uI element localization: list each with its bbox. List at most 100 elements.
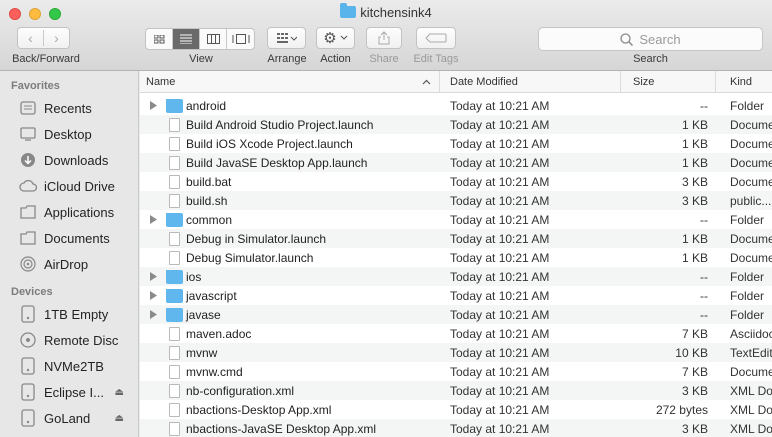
document-icon <box>169 231 180 246</box>
back-button[interactable]: ‹ <box>18 30 44 46</box>
eject-icon[interactable]: ⏏ <box>115 387 124 398</box>
edit-tags-button[interactable] <box>416 27 456 49</box>
row-spacer <box>148 329 158 339</box>
forward-button[interactable]: › <box>44 30 69 46</box>
file-row[interactable]: build.bat Today at 10:21 AM 3 KB Docume <box>140 172 772 191</box>
column-header-date[interactable]: Date Modified <box>440 71 621 92</box>
disclosure-triangle-icon[interactable] <box>148 291 158 301</box>
file-row[interactable]: maven.adoc Today at 10:21 AM 7 KB Asciidoc <box>140 324 772 343</box>
file-row[interactable]: Build Android Studio Project.launch Today… <box>140 115 772 134</box>
desktop-icon <box>18 125 38 143</box>
file-row[interactable]: nb-configuration.xml Today at 10:21 AM 3 K… <box>140 381 772 400</box>
date-cell: Today at 10:21 AM <box>450 288 550 303</box>
arrange-label: Arrange <box>267 53 307 65</box>
size-cell: 1 KB <box>681 231 708 246</box>
date-cell: Today at 10:21 AM <box>450 193 550 208</box>
sidebar-item-recents[interactable]: Recents <box>0 95 138 121</box>
folder-row[interactable]: javascript Today at 10:21 AM -- Folder <box>140 286 772 305</box>
file-name: Build JavaSE Desktop App.launch <box>186 155 368 170</box>
list-icon <box>180 34 192 44</box>
search-field[interactable]: Search <box>538 27 763 51</box>
date-cell: Today at 10:21 AM <box>450 174 550 189</box>
file-row[interactable]: Build iOS Xcode Project.launch Today at 1… <box>140 134 772 153</box>
file-name: mvnw.cmd <box>186 364 243 379</box>
sidebar-item-desktop[interactable]: Desktop <box>0 121 138 147</box>
sidebar-item-documents[interactable]: Documents <box>0 225 138 251</box>
file-row[interactable]: Debug Simulator.launch Today at 10:21 AM 1… <box>140 248 772 267</box>
file-row[interactable]: mvnw.cmd Today at 10:21 AM 7 KB Docume <box>140 362 772 381</box>
file-row[interactable]: nbactions-Desktop App.xml Today at 10:21 … <box>140 400 772 419</box>
name-cell: ios <box>140 269 440 284</box>
search-icon <box>620 32 634 46</box>
file-row[interactable]: build.sh Today at 10:21 AM 3 KB public... <box>140 191 772 210</box>
date-cell: Today at 10:21 AM <box>450 383 550 398</box>
column-header-kind[interactable]: Kind <box>716 71 772 92</box>
sidebar-item-icloud-drive[interactable]: iCloud Drive <box>0 173 138 199</box>
folder-icon <box>166 212 183 227</box>
file-row[interactable]: Build JavaSE Desktop App.launch Today at … <box>140 153 772 172</box>
folder-row[interactable]: common Today at 10:21 AM -- Folder <box>140 210 772 229</box>
kind-cell: Docume <box>730 174 772 189</box>
folder-row[interactable]: ios Today at 10:21 AM -- Folder <box>140 267 772 286</box>
disclosure-triangle-icon[interactable] <box>148 101 158 111</box>
column-header-name[interactable]: Name <box>140 71 440 92</box>
disclosure-triangle-icon[interactable] <box>148 310 158 320</box>
sidebar-device-goland[interactable]: GoLand ⏏ <box>0 405 138 431</box>
file-name: maven.adoc <box>186 326 252 341</box>
share-label: Share <box>369 53 399 65</box>
row-spacer <box>148 120 158 130</box>
sidebar-device-remote-disc[interactable]: Remote Disc <box>0 327 138 353</box>
date-cell: Today at 10:21 AM <box>450 155 550 170</box>
kind-cell: public... <box>730 193 772 208</box>
size-cell: 1 KB <box>681 136 708 151</box>
list-view-button[interactable] <box>173 29 200 49</box>
action-button[interactable]: ⚙ <box>316 27 355 49</box>
sidebar-device-nvme2tb[interactable]: NVMe2TB <box>0 353 138 379</box>
date-cell: Today at 10:21 AM <box>450 212 550 227</box>
folder-row[interactable]: android Today at 10:21 AM -- Folder <box>140 96 772 115</box>
date-cell: Today at 10:21 AM <box>450 250 550 265</box>
name-cell: Debug Simulator.launch <box>140 250 440 265</box>
file-row[interactable]: mvnw Today at 10:21 AM 10 KB TextEdit <box>140 343 772 362</box>
column-view-button[interactable] <box>200 29 227 49</box>
document-icon <box>169 155 180 170</box>
file-row[interactable]: Debug in Simulator.launch Today at 10:21 … <box>140 229 772 248</box>
back-forward-label: Back/Forward <box>12 53 80 65</box>
sidebar-item-applications[interactable]: Applications <box>0 199 138 225</box>
file-name: android <box>186 98 227 113</box>
folder-icon <box>166 269 183 284</box>
size-cell: 7 KB <box>681 326 708 341</box>
favorites-heading: Favorites <box>11 80 60 92</box>
icon-view-button[interactable] <box>146 29 173 49</box>
row-spacer <box>148 158 158 168</box>
kind-cell: Docume <box>730 117 772 132</box>
disclosure-triangle-icon[interactable] <box>148 272 158 282</box>
share-button[interactable] <box>366 27 402 49</box>
document-icon <box>169 345 180 360</box>
disclosure-triangle-icon[interactable] <box>148 215 158 225</box>
size-cell: -- <box>700 307 708 322</box>
gear-icon: ⚙ <box>323 30 337 47</box>
sidebar-device-1tb-empty[interactable]: 1TB Empty <box>0 301 138 327</box>
size-cell: -- <box>700 98 708 113</box>
row-spacer <box>148 234 158 244</box>
file-name: javascript <box>186 288 237 303</box>
column-header-size[interactable]: Size <box>621 71 716 92</box>
name-cell: nbactions-Desktop App.xml <box>140 402 440 417</box>
eject-icon[interactable]: ⏏ <box>115 413 124 424</box>
sidebar-item-airdrop[interactable]: AirDrop <box>0 251 138 277</box>
date-cell: Today at 10:21 AM <box>450 326 550 341</box>
sidebar-device-eclipse-i[interactable]: Eclipse I... ⏏ <box>0 379 138 405</box>
file-row[interactable]: nbactions-JavaSE Desktop App.xml Today at… <box>140 419 772 437</box>
gallery-view-button[interactable] <box>227 29 254 49</box>
document-icon <box>169 383 180 398</box>
sidebar-item-downloads[interactable]: Downloads <box>0 147 138 173</box>
document-icon <box>169 117 180 132</box>
kind-cell: Docume <box>730 155 772 170</box>
sidebar-item-label: Recents <box>44 100 92 116</box>
cloud-icon <box>18 177 38 195</box>
file-name: build.sh <box>186 193 228 208</box>
folder-row[interactable]: javase Today at 10:21 AM -- Folder <box>140 305 772 324</box>
arrange-button[interactable] <box>267 27 306 49</box>
file-name: Build Android Studio Project.launch <box>186 117 374 132</box>
